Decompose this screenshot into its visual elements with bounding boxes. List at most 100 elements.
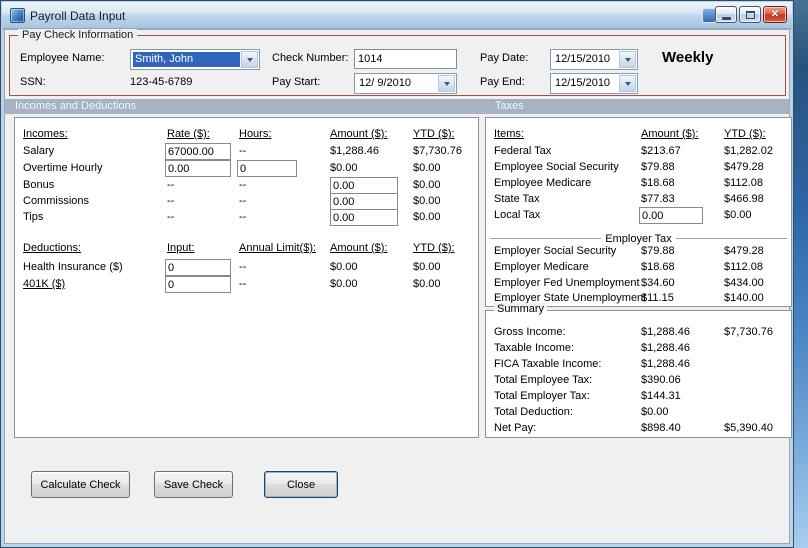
ytd-header: YTD ($):: [724, 128, 766, 140]
deduction-label: Health Insurance ($): [23, 261, 123, 273]
401k-limit: --: [239, 278, 247, 290]
paycheck-info-group: Pay Check Information Employee Name: Smi…: [9, 29, 786, 96]
tax-row-employee-medicare: Employee Medicare $18.68 $112.08: [486, 177, 791, 193]
tax-ytd: $140.00: [724, 292, 764, 304]
tax-label: Employer Fed Unemployment: [494, 277, 640, 289]
payroll-window: Payroll Data Input ✕ Pay Check Informati…: [0, 0, 794, 548]
deductions-header: Deductions:: [23, 242, 82, 254]
amount-header: Amount ($):: [330, 242, 388, 254]
paycheck-info-group-label: Pay Check Information: [18, 29, 138, 41]
income-label: Salary: [23, 145, 55, 157]
summary-panel: Summary Gross Income: $1,288.46 $7,730.7…: [485, 303, 792, 438]
commissions-amount-input[interactable]: [330, 193, 398, 210]
health-insurance-amount: $0.00: [330, 261, 358, 273]
commissions-ytd: $0.00: [413, 195, 441, 207]
overtime-hours-input[interactable]: [237, 160, 297, 177]
summary-amount: $1,288.46: [641, 358, 690, 370]
save-check-button[interactable]: Save Check: [154, 471, 233, 498]
titlebar[interactable]: Payroll Data Input ✕: [2, 2, 792, 29]
income-label: Bonus: [23, 179, 55, 191]
summary-row-total-employer-tax: Total Employer Tax: $144.31: [486, 390, 791, 406]
ytd-header: YTD ($):: [413, 128, 455, 140]
overtime-rate-input[interactable]: [165, 160, 231, 177]
tax-amount: $18.68: [641, 261, 675, 273]
summary-amount: $1,288.46: [641, 342, 690, 354]
health-insurance-limit: --: [239, 261, 247, 273]
window-controls: ✕: [715, 6, 787, 23]
local-tax-input[interactable]: [639, 207, 703, 224]
employee-name-select[interactable]: Smith, John: [130, 49, 260, 70]
summary-row-total-deduction: Total Deduction: $0.00: [486, 406, 791, 422]
incomes-header-row: Incomes: Rate ($): Hours: Amount ($): YT…: [15, 128, 478, 144]
overtime-ytd: $0.00: [413, 162, 441, 174]
tax-label: State Tax: [494, 193, 540, 205]
commissions-hours: --: [239, 195, 247, 207]
summary-row-taxable: Taxable Income: $1,288.46: [486, 342, 791, 358]
pay-date-picker[interactable]: 12/15/2010: [550, 49, 638, 70]
pay-date-dropdown-icon[interactable]: [619, 51, 636, 68]
taxes-section-title: Taxes: [495, 100, 524, 112]
summary-label: Gross Income:: [494, 326, 566, 338]
tax-amount: $18.68: [641, 177, 675, 189]
pay-start-picker[interactable]: 12/ 9/2010: [354, 73, 457, 94]
salary-ytd: $7,730.76: [413, 145, 462, 157]
summary-ytd: $5,390.40: [724, 422, 773, 434]
401k-link[interactable]: 401K ($): [23, 278, 65, 290]
summary-amount: $0.00: [641, 406, 669, 418]
tax-ytd: $0.00: [724, 209, 752, 221]
pay-end-dropdown-icon[interactable]: [619, 75, 636, 92]
tax-label: Employee Medicare: [494, 177, 592, 189]
tax-row-employee-ss: Employee Social Security $79.88 $479.28: [486, 161, 791, 177]
tax-row-employer-ss: Employer Social Security $79.88 $479.28: [486, 245, 791, 261]
tips-ytd: $0.00: [413, 211, 441, 223]
minimize-button[interactable]: [715, 6, 737, 23]
close-button[interactable]: Close: [264, 471, 338, 498]
check-number-label: Check Number:: [272, 52, 349, 64]
taxes-panel: Items: Amount ($): YTD ($): Federal Tax …: [485, 117, 792, 307]
tax-ytd: $1,282.02: [724, 145, 773, 157]
salary-amount: $1,288.46: [330, 145, 379, 157]
tax-row-employer-fed-unemployment: Employer Fed Unemployment $34.60 $434.00: [486, 277, 791, 293]
check-number-input[interactable]: [354, 49, 457, 69]
chevron-down-icon: [624, 57, 631, 62]
summary-amount: $390.06: [641, 374, 681, 386]
pay-end-picker[interactable]: 12/15/2010: [550, 73, 638, 94]
deduction-row-health-insurance: Health Insurance ($) -- $0.00 $0.00: [15, 259, 478, 277]
amount-header: Amount ($):: [330, 128, 388, 140]
summary-group-label: Summary: [494, 303, 548, 315]
tax-label: Local Tax: [494, 209, 541, 221]
pay-start-dropdown-icon[interactable]: [438, 75, 455, 92]
items-header: Items:: [494, 128, 524, 140]
income-row-tips: Tips -- -- $0.00: [15, 209, 478, 227]
maximize-button[interactable]: [739, 6, 761, 23]
salary-rate-input[interactable]: [165, 143, 231, 160]
bonus-amount-input[interactable]: [330, 177, 398, 194]
chevron-down-icon: [443, 81, 450, 86]
minimize-icon: [721, 17, 731, 20]
summary-label: Total Employee Tax:: [494, 374, 593, 386]
employee-name-dropdown-icon[interactable]: [241, 51, 258, 68]
tax-amount: $11.15: [641, 292, 674, 304]
close-window-button[interactable]: ✕: [763, 6, 787, 23]
app-icon[interactable]: [10, 8, 25, 23]
health-insurance-input[interactable]: [165, 259, 231, 276]
employer-tax-label: Employer Tax: [605, 232, 672, 245]
summary-row-gross: Gross Income: $1,288.46 $7,730.76: [486, 326, 791, 342]
tax-amount: $77.83: [641, 193, 675, 205]
amount-header: Amount ($):: [641, 128, 699, 140]
calculate-check-button[interactable]: Calculate Check: [31, 471, 130, 498]
overtime-amount: $0.00: [330, 162, 358, 174]
tips-amount-input[interactable]: [330, 209, 398, 226]
employee-name-value: Smith, John: [133, 52, 240, 67]
pay-end-value: 12/15/2010: [555, 77, 611, 89]
tax-label: Employer Social Security: [494, 245, 617, 257]
maximize-icon: [745, 10, 755, 19]
divider-line: [675, 238, 787, 239]
tax-label: Employee Social Security: [494, 161, 619, 173]
401k-input[interactable]: [165, 276, 231, 293]
tax-row-local: Local Tax $0.00: [486, 207, 791, 225]
summary-row-net-pay: Net Pay: $898.40 $5,390.40: [486, 422, 791, 438]
summary-label: FICA Taxable Income:: [494, 358, 602, 370]
summary-row-total-employee-tax: Total Employee Tax: $390.06: [486, 374, 791, 390]
401k-amount: $0.00: [330, 278, 358, 290]
